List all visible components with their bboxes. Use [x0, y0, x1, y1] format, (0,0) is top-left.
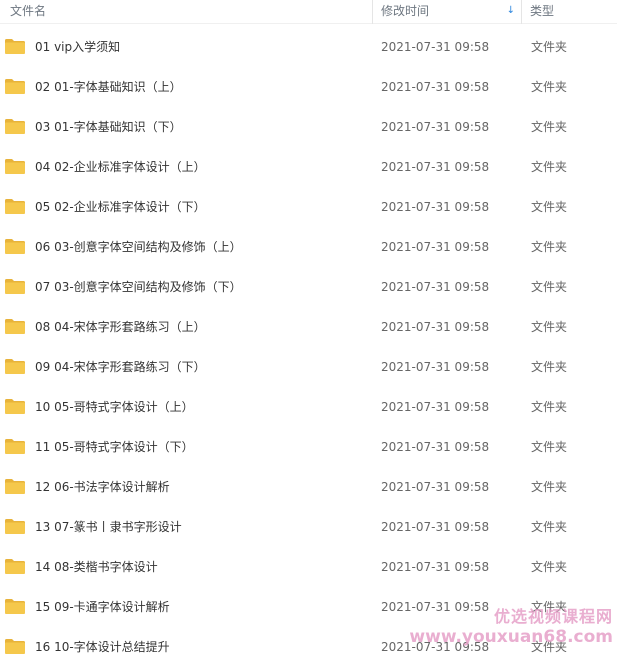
modified-date: 2021-07-31 09:58: [381, 320, 490, 334]
modified-date: 2021-07-31 09:58: [381, 480, 490, 494]
modified-date: 2021-07-31 09:58: [381, 400, 490, 414]
file-type: 文件夹: [531, 240, 568, 254]
file-name: 04 02-企业标准字体设计（上）: [35, 160, 206, 174]
column-header-type[interactable]: 类型: [522, 0, 617, 24]
list-item[interactable]: 15 09-卡通字体设计解析 2021-07-31 09:58 文件夹: [0, 587, 617, 627]
file-name: 11 05-哥特式字体设计（下）: [35, 440, 194, 454]
file-name: 12 06-书法字体设计解析: [35, 480, 170, 494]
file-name: 05 02-企业标准字体设计（下）: [35, 200, 206, 214]
modified-date: 2021-07-31 09:58: [381, 160, 490, 174]
folder-icon: [5, 559, 25, 574]
folder-icon: [5, 199, 25, 214]
folder-icon: [5, 159, 25, 174]
modified-date: 2021-07-31 09:58: [381, 280, 490, 294]
file-type: 文件夹: [531, 400, 568, 414]
file-name: 16 10-字体设计总结提升: [35, 640, 170, 654]
file-type: 文件夹: [531, 600, 568, 614]
sort-descending-icon: ↓: [506, 5, 515, 16]
modified-date: 2021-07-31 09:58: [381, 240, 490, 254]
file-type: 文件夹: [531, 640, 568, 654]
modified-date: 2021-07-31 09:58: [381, 520, 490, 534]
column-header-date[interactable]: 修改时间 ↓: [373, 0, 521, 24]
file-name: 10 05-哥特式字体设计（上）: [35, 400, 194, 414]
file-name: 13 07-篆书丨隶书字形设计: [35, 520, 182, 534]
modified-date: 2021-07-31 09:58: [381, 40, 490, 54]
file-type: 文件夹: [531, 200, 568, 214]
file-name: 03 01-字体基础知识（下）: [35, 120, 182, 134]
folder-icon: [5, 599, 25, 614]
list-item[interactable]: 16 10-字体设计总结提升 2021-07-31 09:58 文件夹: [0, 627, 617, 667]
file-type: 文件夹: [531, 120, 568, 134]
folder-icon: [5, 479, 25, 494]
file-name: 06 03-创意字体空间结构及修饰（上）: [35, 240, 242, 254]
list-item[interactable]: 01 vip入学须知 2021-07-31 09:58 文件夹: [0, 27, 617, 67]
modified-date: 2021-07-31 09:58: [381, 440, 490, 454]
file-name: 14 08-类楷书字体设计: [35, 560, 158, 574]
file-type: 文件夹: [531, 440, 568, 454]
list-item[interactable]: 07 03-创意字体空间结构及修饰（下） 2021-07-31 09:58 文件夹: [0, 267, 617, 307]
list-item[interactable]: 04 02-企业标准字体设计（上） 2021-07-31 09:58 文件夹: [0, 147, 617, 187]
list-item[interactable]: 10 05-哥特式字体设计（上） 2021-07-31 09:58 文件夹: [0, 387, 617, 427]
folder-icon: [5, 359, 25, 374]
modified-date: 2021-07-31 09:58: [381, 120, 490, 134]
folder-icon: [5, 439, 25, 454]
list-item[interactable]: 03 01-字体基础知识（下） 2021-07-31 09:58 文件夹: [0, 107, 617, 147]
modified-date: 2021-07-31 09:58: [381, 560, 490, 574]
list-item[interactable]: 05 02-企业标准字体设计（下） 2021-07-31 09:58 文件夹: [0, 187, 617, 227]
list-item[interactable]: 12 06-书法字体设计解析 2021-07-31 09:58 文件夹: [0, 467, 617, 507]
list-item[interactable]: 09 04-宋体字形套路练习（下） 2021-07-31 09:58 文件夹: [0, 347, 617, 387]
file-list: 01 vip入学须知 2021-07-31 09:58 文件夹 02 01-字体基础知…: [0, 27, 617, 667]
column-header-bar: 文件名 修改时间 ↓ 类型: [0, 0, 617, 24]
folder-icon: [5, 399, 25, 414]
folder-icon: [5, 639, 25, 654]
modified-date: 2021-07-31 09:58: [381, 200, 490, 214]
file-name: 15 09-卡通字体设计解析: [35, 600, 170, 614]
folder-icon: [5, 319, 25, 334]
list-item[interactable]: 02 01-字体基础知识（上） 2021-07-31 09:58 文件夹: [0, 67, 617, 107]
modified-date: 2021-07-31 09:58: [381, 600, 490, 614]
file-type: 文件夹: [531, 320, 568, 334]
file-name: 01 vip入学须知: [35, 40, 121, 54]
file-name: 02 01-字体基础知识（上）: [35, 80, 182, 94]
modified-date: 2021-07-31 09:58: [381, 360, 490, 374]
list-item[interactable]: 13 07-篆书丨隶书字形设计 2021-07-31 09:58 文件夹: [0, 507, 617, 547]
file-type: 文件夹: [531, 520, 568, 534]
modified-date: 2021-07-31 09:58: [381, 80, 490, 94]
folder-icon: [5, 519, 25, 534]
file-type: 文件夹: [531, 360, 568, 374]
folder-icon: [5, 39, 25, 54]
folder-icon: [5, 79, 25, 94]
list-item[interactable]: 11 05-哥特式字体设计（下） 2021-07-31 09:58 文件夹: [0, 427, 617, 467]
file-type: 文件夹: [531, 280, 568, 294]
file-type: 文件夹: [531, 80, 568, 94]
list-item[interactable]: 14 08-类楷书字体设计 2021-07-31 09:58 文件夹: [0, 547, 617, 587]
file-type: 文件夹: [531, 480, 568, 494]
file-name: 07 03-创意字体空间结构及修饰（下）: [35, 280, 242, 294]
modified-date: 2021-07-31 09:58: [381, 640, 490, 654]
file-type: 文件夹: [531, 40, 568, 54]
file-name: 08 04-宋体字形套路练习（上）: [35, 320, 206, 334]
column-header-date-label: 修改时间: [381, 4, 430, 18]
folder-icon: [5, 279, 25, 294]
file-type: 文件夹: [531, 560, 568, 574]
list-item[interactable]: 08 04-宋体字形套路练习（上） 2021-07-31 09:58 文件夹: [0, 307, 617, 347]
column-header-name[interactable]: 文件名: [0, 0, 372, 24]
folder-icon: [5, 239, 25, 254]
file-type: 文件夹: [531, 160, 568, 174]
file-name: 09 04-宋体字形套路练习（下）: [35, 360, 206, 374]
folder-icon: [5, 119, 25, 134]
list-item[interactable]: 06 03-创意字体空间结构及修饰（上） 2021-07-31 09:58 文件夹: [0, 227, 617, 267]
